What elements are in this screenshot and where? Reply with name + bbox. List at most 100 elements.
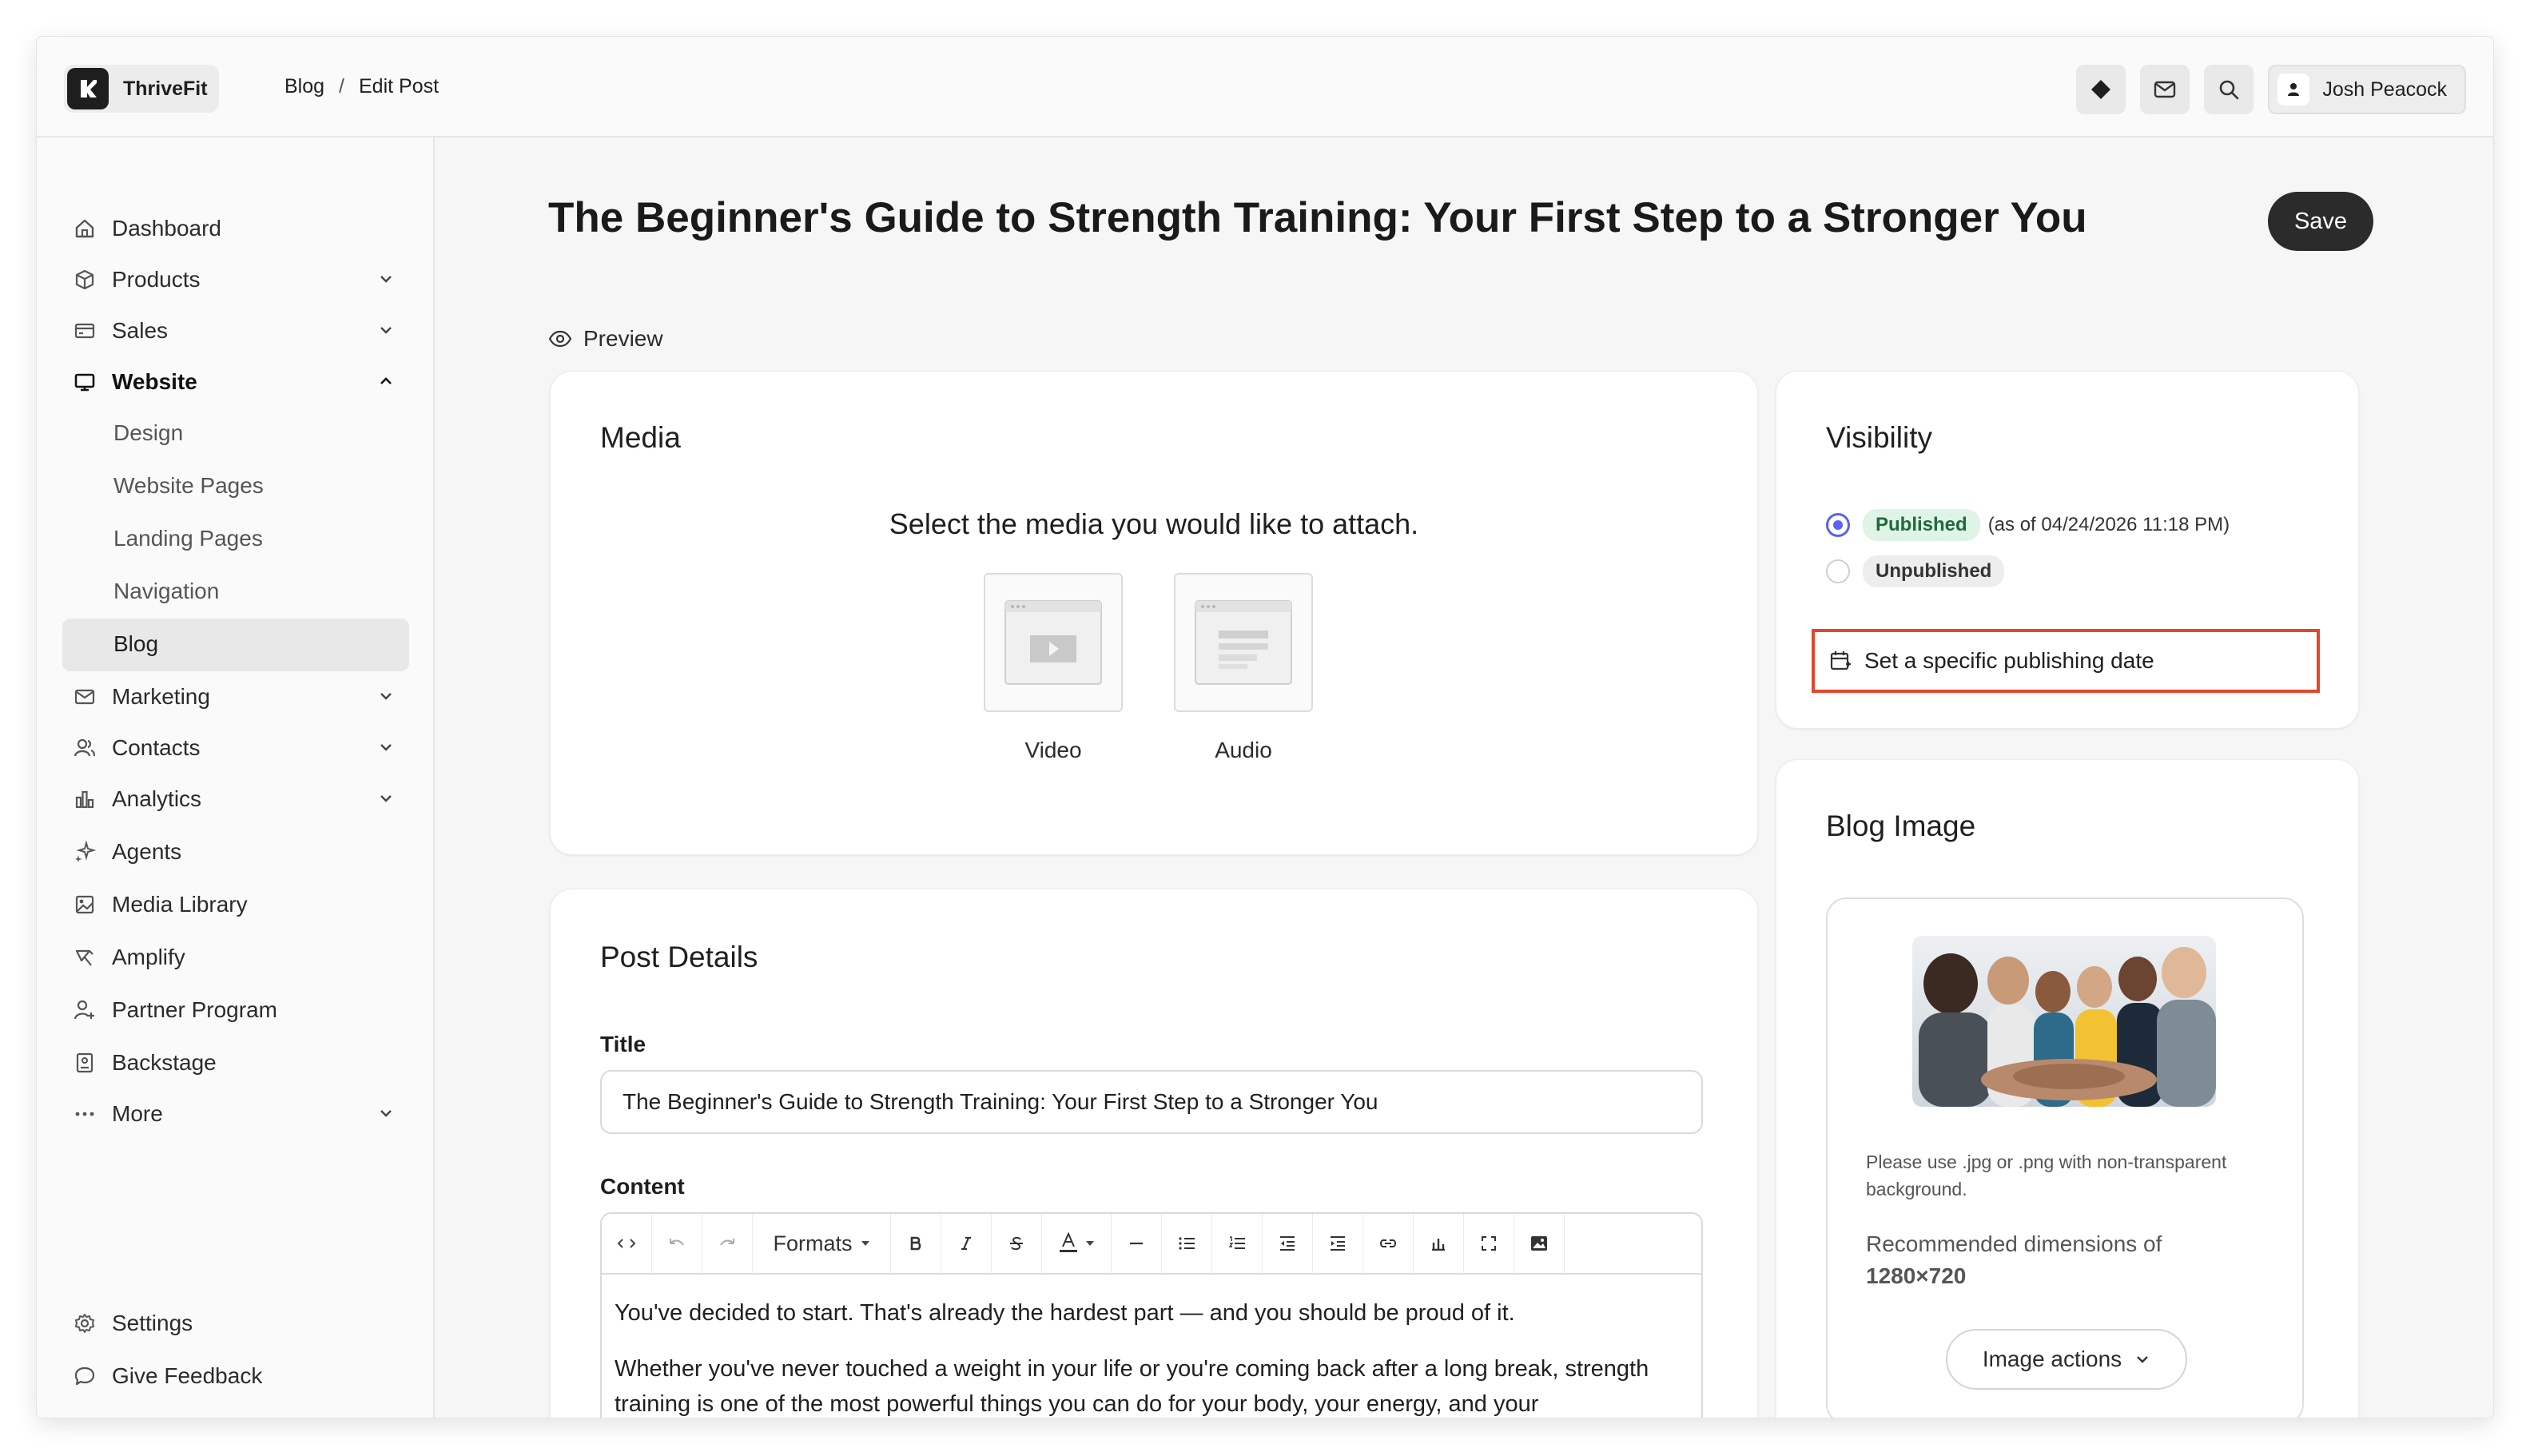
content-paragraph: You've decided to start. That's already … (615, 1300, 1515, 1326)
sidebar-item-backstage[interactable]: Backstage (62, 1037, 409, 1088)
breadcrumb-separator: / (339, 75, 344, 97)
image-actions-label: Image actions (1982, 1347, 2122, 1371)
home-icon (75, 219, 94, 238)
blog-image-panel: Please use .jpg or .png with non-transpa… (1826, 897, 2304, 1418)
editor-content[interactable]: You've decided to start. That's already … (602, 1275, 1701, 1418)
sidebar-item-more[interactable]: More (62, 1088, 409, 1140)
sidebar-item-sales[interactable]: Sales (62, 305, 409, 356)
audio-option[interactable] (1174, 573, 1313, 712)
sidebar-item-partner-program[interactable]: Partner Program (62, 985, 409, 1036)
unpublished-radio[interactable] (1826, 559, 1850, 583)
video-option[interactable] (984, 573, 1123, 712)
post-details-card: Post Details Title The Beginner's Guide … (550, 889, 1758, 1418)
image-dimensions-hint: Recommended dimensions of 1280×720 (1866, 1228, 2265, 1292)
text-color-button[interactable] (1042, 1214, 1112, 1273)
sidebar-item-media-library[interactable]: Media Library (62, 879, 409, 930)
user-avatar (2277, 74, 2310, 105)
brand-switcher[interactable]: ThriveFit (64, 65, 219, 113)
sidebar-item-give-feedback[interactable]: Give Feedback (62, 1351, 409, 1402)
search-button[interactable] (2204, 65, 2254, 114)
fullscreen-button[interactable] (1464, 1214, 1514, 1273)
mail-button[interactable] (2140, 65, 2190, 114)
image-actions-button[interactable]: Image actions (1946, 1329, 2187, 1390)
sidebar-item-contacts[interactable]: Contacts (62, 722, 409, 774)
indent-button[interactable] (1313, 1214, 1363, 1273)
mail-icon (74, 689, 95, 705)
sidebar-item-settings[interactable]: Settings (62, 1298, 409, 1349)
link-button[interactable] (1363, 1214, 1414, 1273)
redo-icon (720, 1239, 734, 1246)
content-paragraph: Whether you've never touched a weight in… (615, 1356, 1649, 1417)
chart-button[interactable] (1414, 1214, 1464, 1273)
chat-bubble-icon (74, 1366, 95, 1386)
insert-image-button[interactable] (1514, 1214, 1565, 1273)
caret-down-icon (861, 1241, 869, 1246)
image-dimensions-prefix: Recommended dimensions of (1866, 1231, 2162, 1256)
numbered-list-button[interactable] (1212, 1214, 1263, 1273)
chevron-down-icon (380, 1110, 392, 1117)
redo-button[interactable] (702, 1214, 753, 1273)
italic-button[interactable] (941, 1214, 992, 1273)
sidebar-item-website[interactable]: Website (62, 356, 409, 408)
video-icon (1004, 600, 1102, 685)
sidebar: Dashboard Products Sales Website Design … (37, 137, 435, 1418)
sidebar-item-marketing[interactable]: Marketing (62, 671, 409, 722)
published-radio[interactable] (1826, 513, 1850, 537)
eye-icon (548, 330, 572, 348)
outdent-icon (1280, 1236, 1295, 1251)
formats-dropdown[interactable]: Formats (753, 1214, 891, 1273)
sidebar-item-label: Sales (112, 318, 169, 343)
sidebar-item-label: Website (112, 369, 197, 394)
sidebar-item-agents[interactable]: Agents (62, 826, 409, 877)
strikethrough-button[interactable] (992, 1214, 1042, 1273)
sidebar-item-amplify[interactable]: Amplify (62, 932, 409, 983)
source-code-button[interactable] (602, 1214, 652, 1273)
sidebar-item-dashboard[interactable]: Dashboard (62, 203, 409, 254)
diamond-button[interactable] (2076, 65, 2126, 114)
breadcrumb-blog[interactable]: Blog (284, 75, 324, 98)
media-card-title: Media (600, 421, 681, 454)
preview-link[interactable]: Preview (548, 326, 663, 352)
chevron-up-icon (380, 377, 392, 384)
sidebar-item-products[interactable]: Products (62, 254, 409, 305)
sidebar-item-label: Settings (112, 1311, 193, 1335)
horizontal-rule-button[interactable] (1112, 1214, 1162, 1273)
set-publishing-date-button[interactable]: Set a specific publishing date (1812, 629, 2320, 693)
image-icon (75, 895, 94, 914)
bold-button[interactable] (891, 1214, 941, 1273)
gear-icon (75, 1314, 94, 1333)
code-icon (617, 1239, 636, 1248)
box-icon (75, 269, 94, 290)
published-option[interactable]: Published (as of 04/24/2026 11:18 PM) (1826, 509, 2230, 541)
app-window: ThriveFit Blog / Edit Post Josh Peacock (37, 37, 2493, 1418)
id-card-icon (76, 1052, 93, 1073)
diamond-icon (2091, 80, 2111, 99)
user-menu-button[interactable]: Josh Peacock (2268, 65, 2466, 114)
media-card: Media Select the media you would like to… (550, 371, 1758, 855)
unpublished-option[interactable]: Unpublished (1826, 555, 2005, 587)
italic-icon (961, 1236, 971, 1251)
title-input[interactable]: The Beginner's Guide to Strength Trainin… (600, 1070, 1703, 1134)
sidebar-subitem-blog[interactable]: Blog (113, 631, 158, 657)
numbered-list-icon (1228, 1236, 1245, 1249)
bullet-list-button[interactable] (1162, 1214, 1212, 1273)
sidebar-subitem-website-pages[interactable]: Website Pages (113, 473, 264, 499)
strikethrough-icon (1010, 1236, 1023, 1251)
save-button[interactable]: Save (2268, 192, 2373, 251)
link-icon (1380, 1239, 1396, 1247)
sidebar-subitem-landing-pages[interactable]: Landing Pages (113, 526, 263, 551)
chevron-down-icon (380, 744, 392, 751)
outdent-button[interactable] (1263, 1214, 1313, 1273)
sidebar-subitem-navigation[interactable]: Navigation (113, 579, 219, 604)
undo-button[interactable] (652, 1214, 702, 1273)
sidebar-item-analytics[interactable]: Analytics (62, 774, 409, 825)
audio-icon (1195, 600, 1292, 685)
sidebar-subitem-design[interactable]: Design (113, 420, 183, 446)
sidebar-item-label: More (112, 1101, 163, 1126)
brand-name: ThriveFit (123, 77, 208, 100)
sparkle-icon (75, 841, 96, 862)
content-editor: Formats You've decided to start. That's … (600, 1212, 1703, 1418)
blog-image-preview[interactable] (1912, 936, 2216, 1107)
video-option-label: Video (1024, 738, 1082, 762)
calendar-plus-icon (1830, 651, 1851, 670)
